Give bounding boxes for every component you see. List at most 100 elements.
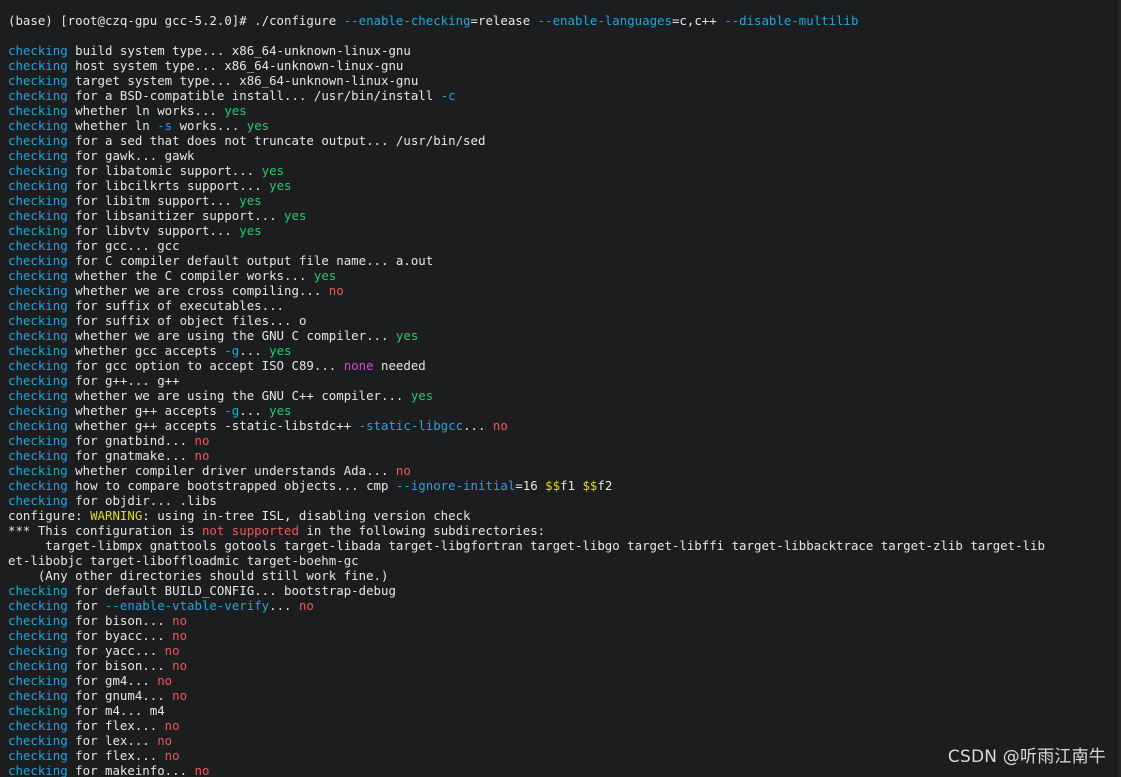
output-text: whether the C compiler works...	[67, 268, 314, 283]
terminal-line: checking for gcc option to accept ISO C8…	[8, 358, 1121, 373]
warning-text: WARNING	[90, 508, 143, 523]
no-result: no	[172, 628, 188, 643]
keyword-text: checking	[8, 253, 68, 268]
output-text: for suffix of object files... o	[67, 313, 307, 328]
no-result: no	[172, 688, 188, 703]
output-text: target system type... x86_64-unknown-lin…	[67, 73, 419, 88]
output-text: =c,c++	[671, 13, 725, 28]
output-text: needed	[373, 358, 426, 373]
keyword-text: checking	[8, 88, 68, 103]
keyword-text: checking	[8, 448, 68, 463]
terminal-line: checking whether we are using the GNU C+…	[8, 388, 1121, 403]
yes-result: yes	[269, 403, 292, 418]
keyword-text: checking	[8, 598, 68, 613]
keyword-text: checking	[8, 718, 68, 733]
terminal-line: checking for flex... no	[8, 718, 1121, 733]
output-text: whether g++ accepts -static-libstdc++	[67, 418, 359, 433]
output-text: ...	[463, 418, 493, 433]
output-text: for objdir... .libs	[67, 493, 217, 508]
keyword-text: -c	[440, 88, 456, 103]
terminal-line: checking for --enable-vtable-verify... n…	[8, 598, 1121, 613]
keyword-text: -g	[224, 343, 240, 358]
output-text: for libvtv support...	[67, 223, 240, 238]
keyword-text: checking	[8, 223, 68, 238]
keyword-text: checking	[8, 118, 68, 133]
terminal-window[interactable]: (base) [root@czq-gpu gcc-5.2.0]# ./confi…	[0, 0, 1121, 777]
keyword-text: checking	[8, 238, 68, 253]
output-text: f1	[560, 478, 583, 493]
keyword-text: checking	[8, 283, 68, 298]
output-text: whether ln	[67, 118, 158, 133]
keyword-text: -s	[157, 118, 173, 133]
terminal-line: checking for a sed that does not truncat…	[8, 133, 1121, 148]
keyword-text: checking	[8, 373, 68, 388]
output-text: for libcilkrts support...	[67, 178, 270, 193]
terminal-line: checking host system type... x86_64-unkn…	[8, 58, 1121, 73]
keyword-text: checking	[8, 763, 68, 777]
no-result: no	[164, 643, 180, 658]
output-text: for	[67, 598, 105, 613]
output-text: for flex...	[67, 718, 165, 733]
keyword-text: checking	[8, 748, 68, 763]
output-text: for byacc...	[67, 628, 173, 643]
terminal-line: checking whether gcc accepts -g... yes	[8, 343, 1121, 358]
output-text: for gawk... gawk	[67, 148, 195, 163]
terminal-line: et-libobjc target-liboffloadmic target-b…	[8, 553, 1121, 568]
yes-result: yes	[269, 343, 292, 358]
terminal-line: checking build system type... x86_64-unk…	[8, 43, 1121, 58]
keyword-text: checking	[8, 478, 68, 493]
output-text: whether we are using the GNU C++ compile…	[67, 388, 411, 403]
keyword-text: checking	[8, 463, 68, 478]
no-result: no	[157, 673, 173, 688]
no-result: no	[157, 733, 173, 748]
terminal-line: checking for suffix of object files... o	[8, 313, 1121, 328]
keyword-text: checking	[8, 388, 68, 403]
output-text: for flex...	[67, 748, 165, 763]
output-text: for a sed that does not truncate output.…	[67, 133, 486, 148]
keyword-text: checking	[8, 178, 68, 193]
keyword-text: checking	[8, 733, 68, 748]
yes-result: yes	[224, 103, 247, 118]
output-text: whether gcc accepts	[67, 343, 225, 358]
terminal-line: checking whether g++ accepts -g... yes	[8, 403, 1121, 418]
terminal-line: checking for default BUILD_CONFIG... boo…	[8, 583, 1121, 598]
yes-result: yes	[246, 118, 270, 133]
keyword-text: checking	[8, 703, 68, 718]
terminal-line: checking for libitm support... yes	[8, 193, 1121, 208]
terminal-line: checking for gawk... gawk	[8, 148, 1121, 163]
output-text: for libitm support...	[67, 193, 240, 208]
terminal-line: checking whether g++ accepts -static-lib…	[8, 418, 1121, 433]
terminal-line: checking for libatomic support... yes	[8, 163, 1121, 178]
no-result: no	[172, 658, 188, 673]
keyword-text: checking	[8, 193, 68, 208]
command-prompt-line: (base) [root@czq-gpu gcc-5.2.0]# ./confi…	[8, 13, 1121, 28]
output-text: ...	[269, 598, 299, 613]
no-result: no	[164, 718, 180, 733]
keyword-text: checking	[8, 403, 68, 418]
keyword-text: checking	[8, 493, 68, 508]
output-text: whether ln works...	[67, 103, 225, 118]
terminal-line: checking whether we are using the GNU C …	[8, 328, 1121, 343]
keyword-text: checking	[8, 268, 68, 283]
output-text: for gm4...	[67, 673, 158, 688]
keyword-text: checking	[8, 148, 68, 163]
output-text: for bison...	[67, 658, 173, 673]
terminal-line: checking for libsanitizer support... yes	[8, 208, 1121, 223]
output-text: for gnatmake...	[67, 448, 195, 463]
terminal-line: checking for libvtv support... yes	[8, 223, 1121, 238]
keyword-text: -g	[224, 403, 240, 418]
keyword-text: checking	[8, 313, 68, 328]
keyword-text: checking	[8, 298, 68, 313]
keyword-text: --enable-checking	[343, 13, 471, 28]
output-text: whether g++ accepts	[67, 403, 225, 418]
output-text: target-libmpx gnattools gotools target-l…	[8, 538, 1045, 553]
terminal-line: checking for libcilkrts support... yes	[8, 178, 1121, 193]
output-text: host system type... x86_64-unknown-linux…	[67, 58, 404, 73]
terminal-line: checking how to compare bootstrapped obj…	[8, 478, 1121, 493]
output-text: et-libobjc target-liboffloadmic target-b…	[8, 553, 359, 568]
terminal-line: checking for m4... m4	[8, 703, 1121, 718]
terminal-line: checking for a BSD-compatible install...…	[8, 88, 1121, 103]
output-text: how to compare bootstrapped objects... c…	[67, 478, 396, 493]
output-text: for m4... m4	[67, 703, 165, 718]
